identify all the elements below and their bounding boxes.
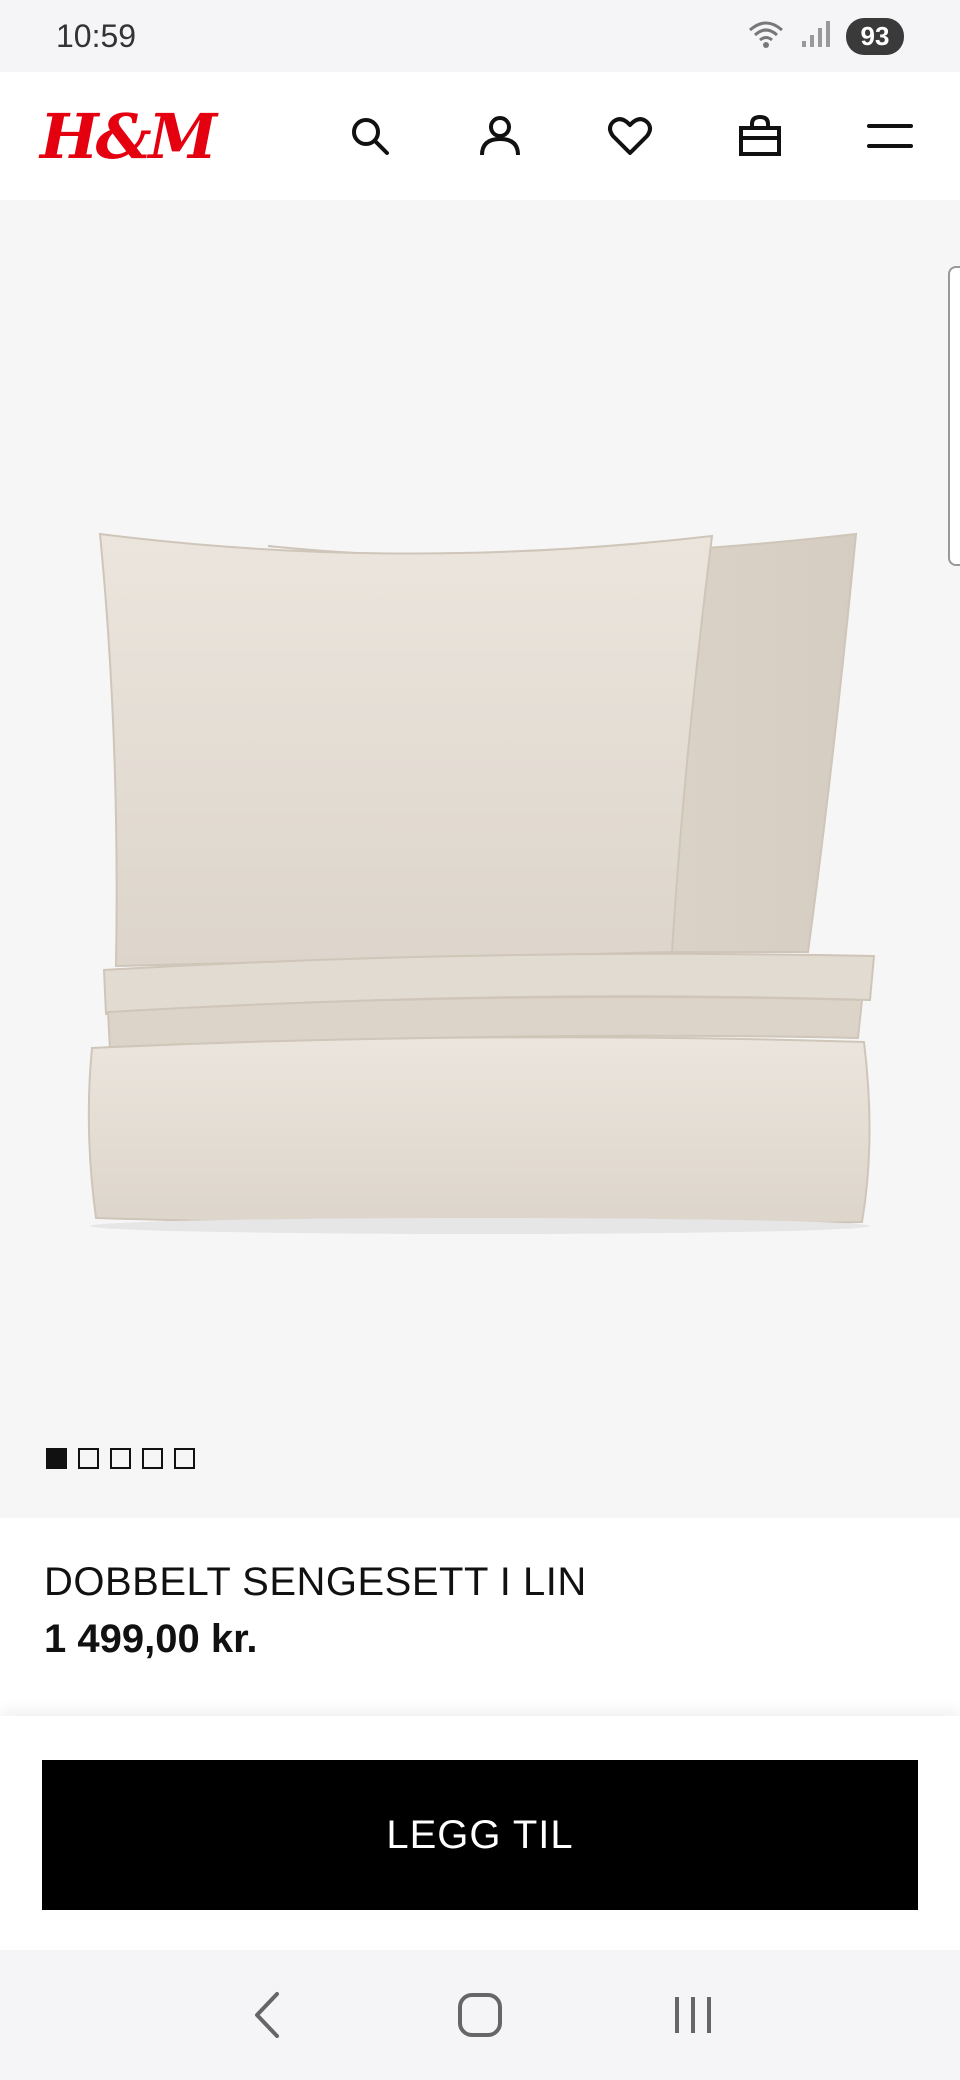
home-icon[interactable] — [450, 1985, 510, 2045]
bag-icon[interactable] — [736, 112, 784, 160]
status-bar: 10:59 93 — [0, 0, 960, 72]
brand-logo[interactable]: H&M — [40, 100, 217, 173]
carousel-dot[interactable] — [78, 1448, 99, 1469]
heart-icon[interactable] — [606, 112, 654, 160]
carousel-dot[interactable] — [174, 1448, 195, 1469]
product-image — [87, 532, 876, 1234]
signal-icon — [800, 19, 832, 54]
add-to-bag-bar: LEGG TIL — [0, 1716, 960, 1950]
carousel-dot[interactable] — [110, 1448, 131, 1469]
product-info: DOBBELT SENGESETT I LIN 1 499,00 kr. — [44, 1560, 587, 1662]
system-navigation-bar — [0, 1950, 960, 2080]
status-time: 10:59 — [56, 17, 137, 54]
back-icon[interactable] — [237, 1985, 297, 2045]
site-header: H&M — [0, 72, 960, 200]
battery-indicator: 93 — [846, 17, 904, 55]
carousel-dot[interactable] — [142, 1448, 163, 1469]
add-to-bag-button[interactable]: LEGG TIL — [42, 1760, 918, 1910]
search-icon[interactable] — [346, 112, 394, 160]
product-image-carousel[interactable] — [0, 200, 960, 1518]
menu-icon[interactable] — [866, 112, 914, 160]
scroll-handle[interactable] — [948, 266, 960, 566]
wifi-icon — [746, 18, 786, 55]
carousel-dot[interactable] — [46, 1448, 67, 1469]
recents-icon[interactable] — [663, 1985, 723, 2045]
product-price: 1 499,00 kr. — [44, 1617, 258, 1661]
status-icons: 93 — [746, 17, 904, 55]
account-icon[interactable] — [476, 112, 524, 160]
carousel-indicators — [46, 1448, 195, 1469]
product-title: DOBBELT SENGESETT I LIN — [44, 1560, 587, 1604]
header-actions — [346, 112, 914, 160]
